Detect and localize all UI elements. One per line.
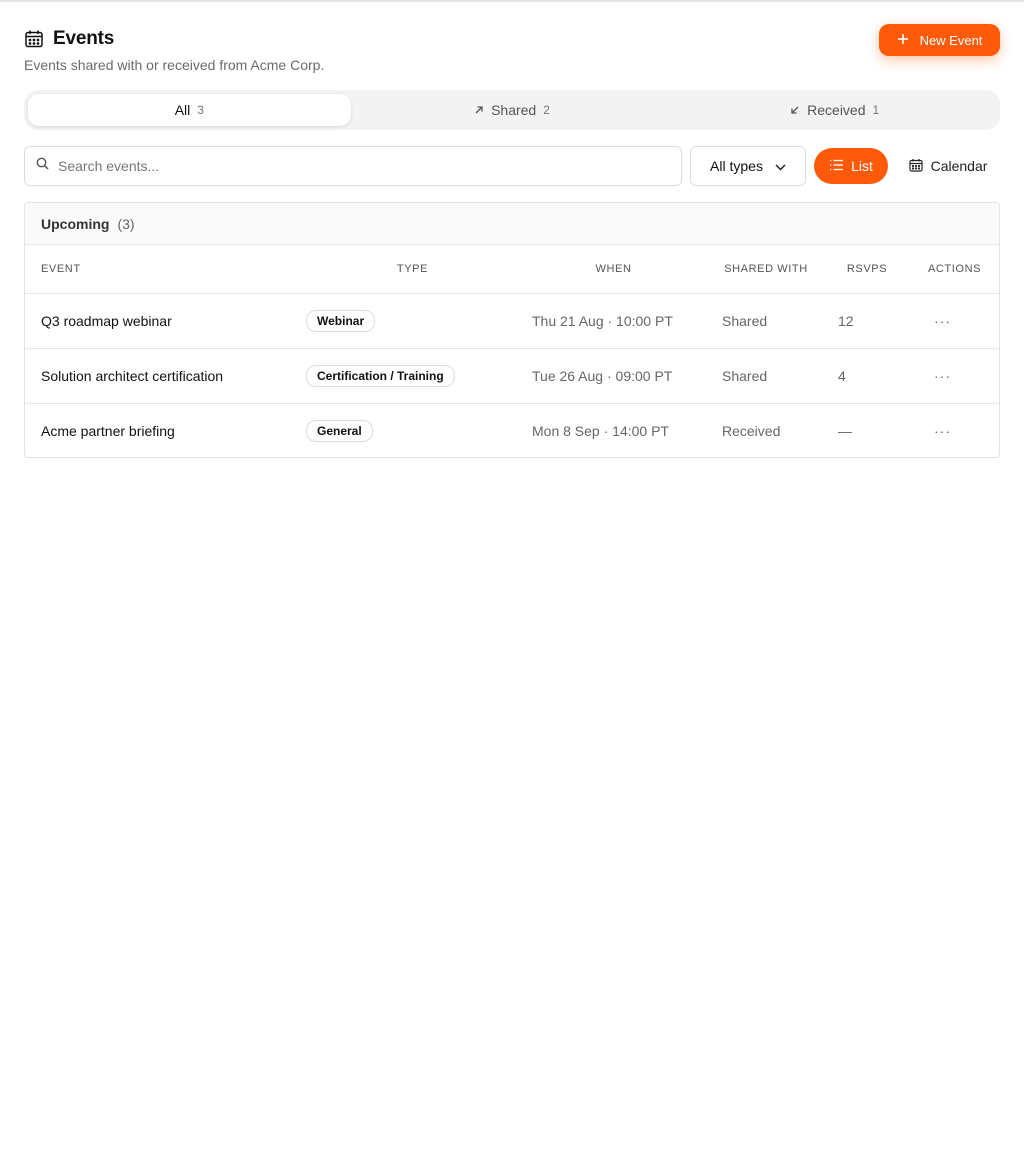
section-count: (3) (117, 215, 135, 232)
toolbar: All types List Calendar (24, 146, 1000, 186)
tab-received[interactable]: Received 1 (673, 94, 996, 126)
list-icon (829, 158, 844, 174)
column-header-event: EVENT (25, 245, 306, 294)
calendar-icon (24, 29, 44, 49)
chevron-down-icon (775, 158, 786, 174)
arrow-down-left-icon (790, 102, 800, 118)
new-event-button[interactable]: New Event (879, 24, 1000, 56)
new-event-label: New Event (919, 32, 983, 48)
page-header: Events Events shared with or received fr… (24, 26, 1000, 76)
event-rsvps: 4 (824, 348, 910, 404)
column-header-when: WHEN (519, 245, 708, 294)
tab-all-label: All (174, 102, 191, 118)
event-when: Thu 21 Aug · 10:00 PT (519, 293, 708, 349)
list-view-label: List (851, 158, 873, 174)
event-name: Solution architect certification (25, 348, 306, 404)
event-when: Mon 8 Sep · 14:00 PT (532, 422, 669, 439)
tab-received-count: 1 (872, 103, 880, 117)
type-badge: Certification / Training (306, 364, 455, 387)
table-row[interactable]: Acme partner briefing General Mon 8 Sep … (25, 403, 999, 457)
calendar-view-button[interactable]: Calendar (898, 148, 998, 184)
top-divider (0, 0, 1024, 2)
page-title: Events (53, 28, 115, 49)
tab-all-count: 3 (197, 103, 204, 117)
plus-icon (897, 33, 909, 48)
events-table: EVENT TYPE WHEN SHARED WITH RSVPS ACTION… (25, 245, 999, 457)
column-header-rsvps: RSVPS (824, 245, 910, 294)
event-shared-with: Shared (708, 293, 824, 349)
tab-shared-count: 2 (543, 103, 550, 117)
event-when: Tue 26 Aug · 09:00 PT (519, 348, 708, 404)
events-card: Upcoming (3) EVENT TYPE WHEN SHARED WITH… (24, 202, 1000, 458)
table-row[interactable]: Q3 roadmap webinar Webinar Thu 21 Aug · … (25, 293, 999, 349)
row-actions-button[interactable]: ··· (910, 403, 999, 457)
event-rsvps: — (838, 422, 852, 439)
event-shared-with: Received (722, 422, 781, 439)
tab-shared[interactable]: Shared 2 (351, 94, 674, 126)
column-header-shared-with: SHARED WITH (708, 245, 824, 294)
filter-tabs: All 3 Shared 2 Received 1 (24, 90, 1000, 130)
column-header-actions: ACTIONS (910, 245, 999, 294)
type-badge: General (306, 419, 373, 442)
type-badge: Webinar (306, 309, 376, 332)
tab-shared-label: Shared (491, 102, 537, 118)
section-label: Upcoming (41, 215, 110, 232)
arrow-up-right-icon (474, 102, 484, 118)
event-rsvps: 12 (824, 293, 910, 349)
tab-all[interactable]: All 3 (28, 94, 351, 126)
table-row[interactable]: Solution architect certification Certifi… (25, 348, 999, 404)
column-header-type: TYPE (306, 245, 519, 294)
type-filter-select[interactable]: All types (690, 146, 806, 186)
section-header: Upcoming (3) (25, 203, 999, 245)
type-filter-value: All types (710, 158, 763, 174)
row-actions-button[interactable]: ··· (910, 348, 999, 404)
tab-received-label: Received (807, 102, 866, 118)
event-shared-with: Shared (708, 348, 824, 404)
search-input[interactable] (58, 158, 638, 174)
table-header-row: EVENT TYPE WHEN SHARED WITH RSVPS ACTION… (25, 245, 999, 294)
page-subtitle: Events shared with or received from Acme… (24, 57, 325, 73)
search-box (24, 146, 682, 186)
row-actions-button[interactable]: ··· (910, 293, 999, 349)
title-row: Events (24, 26, 1000, 52)
calendar-view-label: Calendar (930, 158, 988, 174)
calendar-icon (908, 158, 923, 175)
search-icon (36, 157, 49, 175)
list-view-button[interactable]: List (814, 148, 888, 184)
event-name: Acme partner briefing (41, 422, 175, 439)
event-name: Q3 roadmap webinar (25, 293, 306, 349)
